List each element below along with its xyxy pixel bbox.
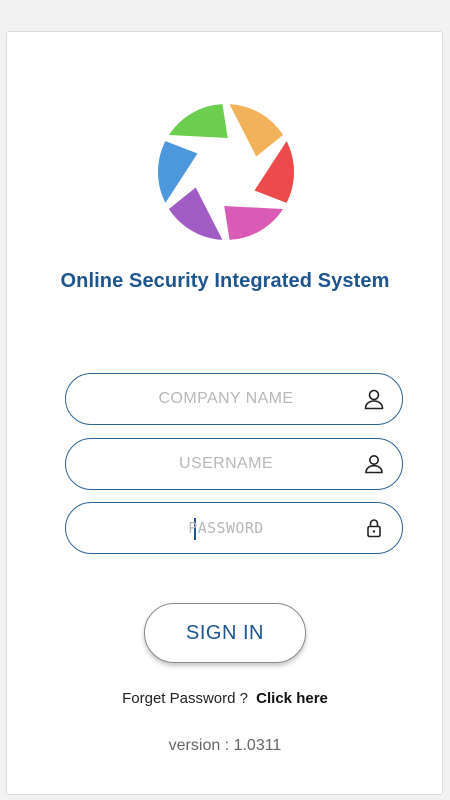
- logo-segment: [229, 104, 284, 157]
- aperture-logo-icon: [157, 104, 295, 240]
- version-label: version : 1.0311: [168, 737, 282, 754]
- forgot-password-row: Forget Password ? Click here: [0, 690, 450, 707]
- password-input[interactable]: [86, 503, 366, 552]
- password-field[interactable]: [65, 502, 403, 554]
- company-name-input[interactable]: [86, 374, 366, 423]
- lock-icon: [367, 519, 381, 538]
- username-input[interactable]: [86, 439, 366, 488]
- forgot-password-link[interactable]: Click here: [256, 690, 328, 707]
- logo-segment: [168, 187, 223, 240]
- sign-in-button[interactable]: SIGN IN: [144, 603, 306, 663]
- company-name-field[interactable]: [65, 373, 403, 425]
- logo-segment: [168, 104, 228, 139]
- app-title: Online Security Integrated System: [60, 270, 390, 292]
- username-field[interactable]: [65, 438, 403, 490]
- logo-segment: [224, 205, 284, 240]
- forgot-password-text: Forget Password ?: [122, 690, 248, 707]
- user-icon: [365, 455, 383, 474]
- user-icon: [364, 389, 384, 410]
